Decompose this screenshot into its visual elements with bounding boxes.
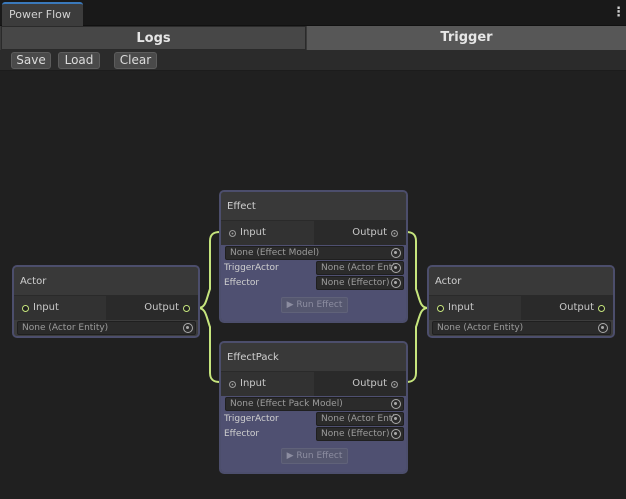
field-value: None (Actor Entity): [437, 323, 524, 333]
input-port[interactable]: Input: [221, 372, 314, 396]
node-title[interactable]: EffectPack: [221, 343, 406, 372]
node-title[interactable]: Effect: [221, 192, 406, 221]
effect-node[interactable]: Effect Input Output None (Effect Model) …: [219, 190, 408, 323]
window-tab-bar: Power Flow ⋮: [0, 0, 626, 27]
save-button[interactable]: Save: [11, 52, 51, 69]
input-label: Input: [33, 302, 59, 313]
field-value: None (Effect Pack Model): [230, 399, 343, 409]
effector-field[interactable]: None (Effector): [316, 427, 404, 441]
object-picker-icon[interactable]: [391, 414, 401, 424]
clear-button[interactable]: Clear: [114, 52, 157, 69]
node-title[interactable]: Actor: [14, 267, 198, 296]
trigger-actor-field[interactable]: None (Actor Entit: [316, 412, 404, 426]
field-value: None (Effector): [321, 429, 390, 439]
wire-actor-to-effectpack[interactable]: [197, 307, 221, 383]
effect-model-field[interactable]: None (Effect Model): [225, 246, 404, 260]
node-body: None (Actor Entity): [14, 320, 198, 336]
field-value: None (Actor Entit: [321, 414, 399, 424]
input-port[interactable]: Input: [221, 221, 314, 245]
output-label: Output: [352, 378, 387, 389]
graph-canvas[interactable]: Actor Input Output None (Actor Entity) E…: [0, 71, 626, 499]
effectpack-node[interactable]: EffectPack Input Output None (Effect Pac…: [219, 341, 408, 474]
output-port[interactable]: Output: [106, 296, 198, 320]
object-picker-icon[interactable]: [598, 323, 608, 333]
port-connector-icon[interactable]: [391, 229, 398, 237]
trigger-actor-label: TriggerActor: [224, 414, 279, 424]
input-label: Input: [240, 378, 266, 389]
actor-node-right[interactable]: Actor Input Output None (Actor Entity): [427, 265, 615, 338]
object-picker-icon[interactable]: [183, 323, 193, 333]
port-connector-icon[interactable]: [437, 304, 444, 312]
actor-entity-field[interactable]: None (Actor Entity): [17, 321, 196, 335]
input-label: Input: [448, 302, 474, 313]
node-ports: Input Output: [14, 296, 198, 320]
actor-entity-field[interactable]: None (Actor Entity): [432, 321, 611, 335]
object-picker-icon[interactable]: [391, 248, 401, 258]
load-button[interactable]: Load: [58, 52, 100, 69]
node-body: None (Actor Entity): [429, 320, 613, 336]
action-toolbar: Save Load Clear: [0, 50, 626, 71]
port-connector-icon[interactable]: [22, 304, 29, 312]
output-port[interactable]: Output: [521, 296, 613, 320]
effect-pack-model-field[interactable]: None (Effect Pack Model): [225, 397, 404, 411]
run-effect-button[interactable]: ▶ Run Effect: [281, 297, 348, 313]
trigger-actor-label: TriggerActor: [224, 263, 279, 273]
mode-toolbar: Logs Trigger: [0, 26, 626, 50]
object-picker-icon[interactable]: [391, 278, 401, 288]
effector-label: Effector: [224, 278, 260, 288]
object-picker-icon[interactable]: [391, 399, 401, 409]
run-effect-button[interactable]: ▶ Run Effect: [281, 448, 348, 464]
port-connector-icon[interactable]: [229, 380, 236, 388]
node-ports: Input Output: [429, 296, 613, 320]
wire-actor-to-effect[interactable]: [197, 231, 221, 309]
node-title[interactable]: Actor: [429, 267, 613, 296]
port-connector-icon[interactable]: [183, 304, 190, 312]
kebab-menu-icon[interactable]: ⋮: [612, 5, 625, 21]
port-connector-icon[interactable]: [391, 380, 398, 388]
field-value: None (Effect Model): [230, 248, 320, 258]
effector-label: Effector: [224, 429, 260, 439]
object-picker-icon[interactable]: [391, 429, 401, 439]
trigger-actor-field[interactable]: None (Actor Entit: [316, 261, 404, 275]
output-port[interactable]: Output: [313, 221, 406, 245]
field-value: None (Effector): [321, 278, 390, 288]
output-label: Output: [144, 302, 179, 313]
node-body: None (Effect Pack Model) TriggerActor No…: [221, 396, 406, 472]
node-ports: Input Output: [221, 221, 406, 245]
input-port[interactable]: Input: [14, 296, 106, 320]
input-label: Input: [240, 227, 266, 238]
port-connector-icon[interactable]: [598, 304, 605, 312]
object-picker-icon[interactable]: [391, 263, 401, 273]
field-value: None (Actor Entit: [321, 263, 399, 273]
output-port[interactable]: Output: [313, 372, 406, 396]
effector-field[interactable]: None (Effector): [316, 276, 404, 290]
node-body: None (Effect Model) TriggerActor None (A…: [221, 245, 406, 321]
field-value: None (Actor Entity): [22, 323, 109, 333]
output-label: Output: [559, 302, 594, 313]
output-label: Output: [352, 227, 387, 238]
trigger-tab[interactable]: Trigger: [307, 26, 626, 50]
window-tab-power-flow[interactable]: Power Flow: [2, 2, 83, 27]
wire-effect-to-actor[interactable]: [405, 231, 429, 309]
logs-tab[interactable]: Logs: [1, 26, 306, 50]
port-connector-icon[interactable]: [229, 229, 236, 237]
input-port[interactable]: Input: [429, 296, 521, 320]
actor-node-left[interactable]: Actor Input Output None (Actor Entity): [12, 265, 200, 338]
node-ports: Input Output: [221, 372, 406, 396]
wire-effectpack-to-actor[interactable]: [405, 307, 429, 383]
